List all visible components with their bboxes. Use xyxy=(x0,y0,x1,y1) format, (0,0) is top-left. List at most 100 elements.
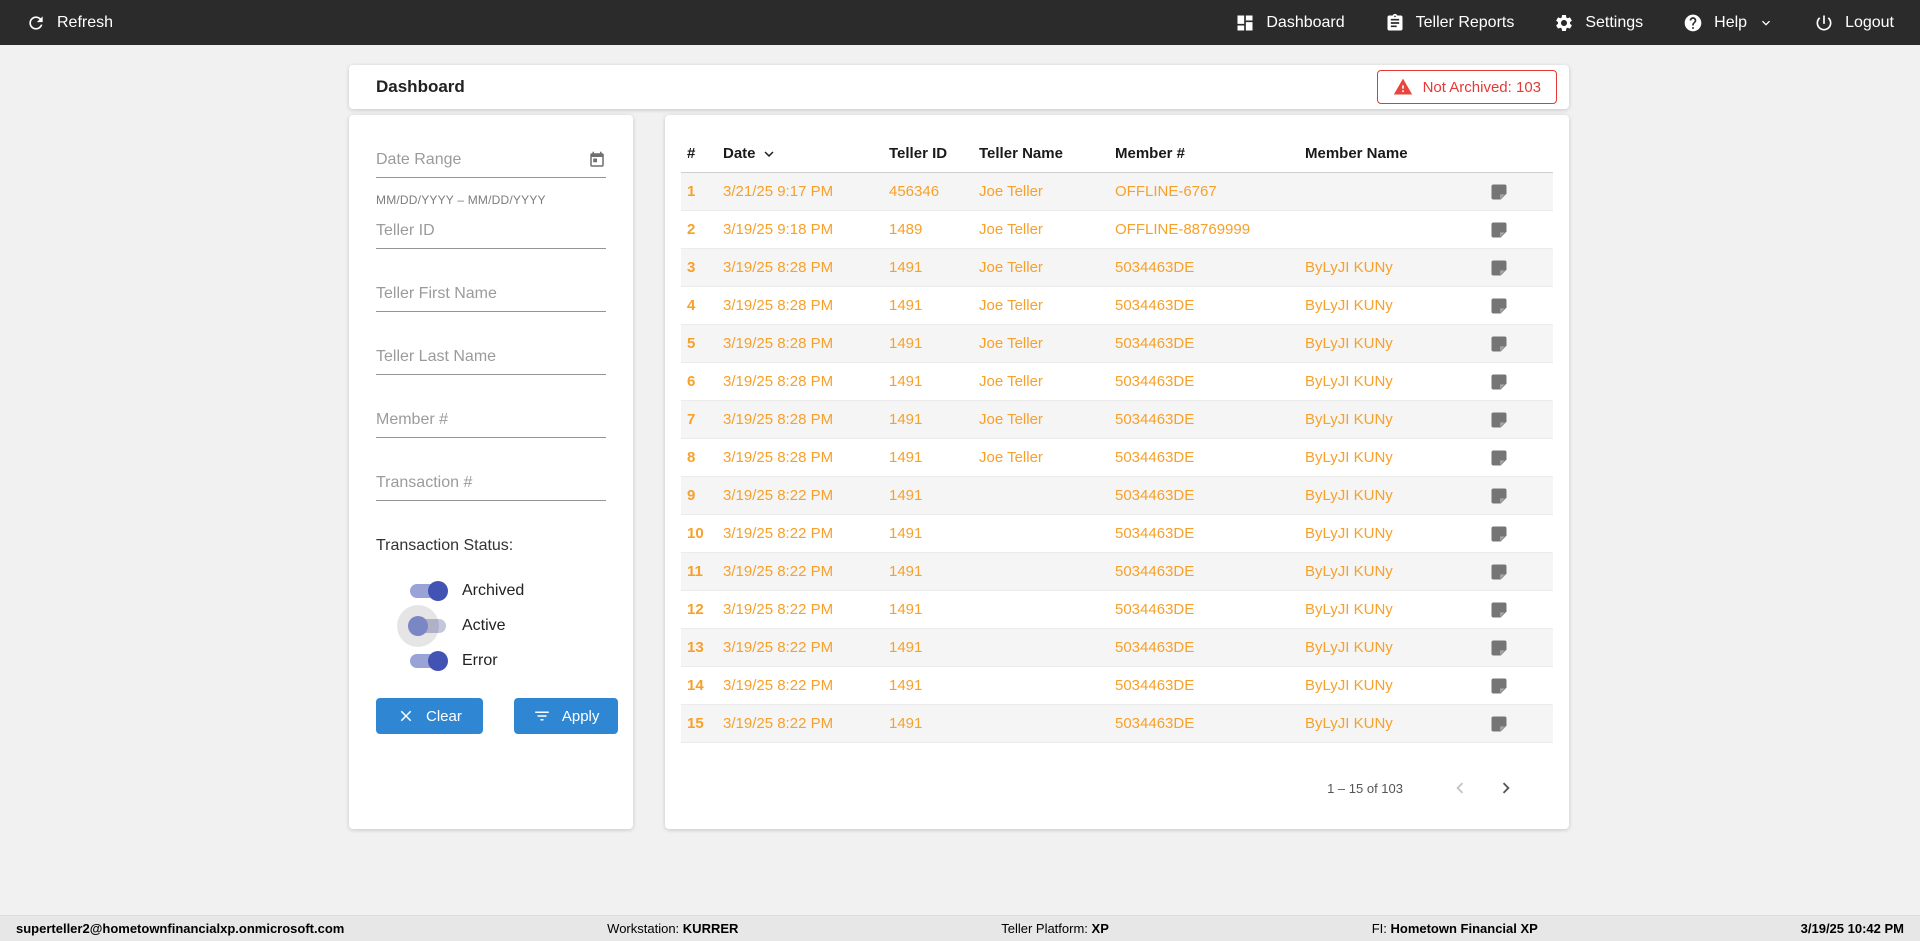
table-row[interactable]: 9 3/19/25 8:22 PM 1491 5034463DE ByLyJI … xyxy=(681,477,1553,515)
note-button[interactable] xyxy=(1489,524,1547,544)
row-number-cell: 3 xyxy=(687,259,696,276)
toggle-archived[interactable]: Archived xyxy=(376,573,606,608)
member-name-cell: ByLyJI KUNy xyxy=(1305,601,1393,618)
col-header-member-name: Member Name xyxy=(1305,145,1408,162)
note-button[interactable] xyxy=(1489,486,1547,506)
nav-item-logout[interactable]: Logout xyxy=(1814,13,1894,33)
filter-icon xyxy=(533,707,551,725)
member-number-cell: 5034463DE xyxy=(1115,411,1195,428)
teller-id-field xyxy=(376,222,606,249)
calendar-icon[interactable] xyxy=(588,151,606,169)
member-number-cell: 5034463DE xyxy=(1115,677,1195,694)
member-name-cell: ByLyJI KUNy xyxy=(1305,639,1393,656)
note-button[interactable] xyxy=(1489,676,1547,696)
note-icon xyxy=(1491,640,1507,655)
date-cell: 3/19/25 8:28 PM xyxy=(723,259,834,276)
next-page-button[interactable] xyxy=(1493,775,1519,801)
table-row[interactable]: 5 3/19/25 8:28 PM 1491 Joe Teller 503446… xyxy=(681,325,1553,363)
status-bar: superteller2@hometownfinancialxp.onmicro… xyxy=(0,915,1920,941)
teller-name-cell: Joe Teller xyxy=(979,373,1043,390)
toggle-switch-icon xyxy=(410,650,448,671)
row-number-cell: 7 xyxy=(687,411,696,428)
date-cell: 3/19/25 9:18 PM xyxy=(723,221,834,238)
nav-item-help[interactable]: Help xyxy=(1683,13,1774,33)
nav-menu: Dashboard Teller Reports Settings Help L… xyxy=(1235,13,1894,33)
table-row[interactable]: 10 3/19/25 8:22 PM 1491 5034463DE ByLyJI… xyxy=(681,515,1553,553)
gear-icon xyxy=(1554,13,1574,33)
nav-item-teller-reports[interactable]: Teller Reports xyxy=(1385,13,1515,33)
member-number-cell: 5034463DE xyxy=(1115,297,1195,314)
chevron-right-icon xyxy=(1502,782,1510,794)
table-row[interactable]: 15 3/19/25 8:22 PM 1491 5034463DE ByLyJI… xyxy=(681,705,1553,743)
note-button[interactable] xyxy=(1489,334,1547,354)
nav-label-teller-reports: Teller Reports xyxy=(1415,13,1515,31)
member-number-input[interactable] xyxy=(376,411,606,438)
member-number-cell: 5034463DE xyxy=(1115,259,1195,276)
note-button[interactable] xyxy=(1489,296,1547,316)
nav-item-dashboard[interactable]: Dashboard xyxy=(1235,13,1345,33)
table-row[interactable]: 14 3/19/25 8:22 PM 1491 5034463DE ByLyJI… xyxy=(681,667,1553,705)
title-bar: Dashboard Not Archived: 103 xyxy=(349,65,1569,109)
note-button[interactable] xyxy=(1489,714,1547,734)
member-number-cell: 5034463DE xyxy=(1115,487,1195,504)
teller-last-name-field xyxy=(376,348,606,375)
note-button[interactable] xyxy=(1489,258,1547,278)
teller-id-input[interactable] xyxy=(376,222,606,249)
clear-button-label: Clear xyxy=(426,707,462,725)
table-row[interactable]: 8 3/19/25 8:28 PM 1491 Joe Teller 503446… xyxy=(681,439,1553,477)
col-header-teller-name: Teller Name xyxy=(979,145,1063,162)
note-button[interactable] xyxy=(1489,562,1547,582)
help-icon xyxy=(1683,13,1703,33)
table-row[interactable]: 12 3/19/25 8:22 PM 1491 5034463DE ByLyJI… xyxy=(681,591,1553,629)
teller-first-name-input[interactable] xyxy=(376,285,606,312)
transaction-number-input[interactable] xyxy=(376,474,606,501)
teller-name-cell: Joe Teller xyxy=(979,335,1043,352)
table-row[interactable]: 4 3/19/25 8:28 PM 1491 Joe Teller 503446… xyxy=(681,287,1553,325)
toggle-active[interactable]: Active xyxy=(376,608,606,643)
table-row[interactable]: 11 3/19/25 8:22 PM 1491 5034463DE ByLyJI… xyxy=(681,553,1553,591)
nav-label-logout: Logout xyxy=(1845,13,1894,31)
note-button[interactable] xyxy=(1489,448,1547,468)
note-button[interactable] xyxy=(1489,600,1547,620)
row-number-cell: 4 xyxy=(687,297,696,314)
row-number-cell: 11 xyxy=(687,563,703,580)
page-range-text: 1 – 15 of 103 xyxy=(1327,780,1403,796)
toggle-active-label: Active xyxy=(462,616,506,634)
previous-page-button[interactable] xyxy=(1447,775,1473,801)
note-button[interactable] xyxy=(1489,410,1547,430)
col-header-member-number: Member # xyxy=(1115,145,1186,162)
nav-item-settings[interactable]: Settings xyxy=(1554,13,1643,33)
not-archived-badge[interactable]: Not Archived: 103 xyxy=(1376,70,1557,104)
refresh-button[interactable]: Refresh xyxy=(26,13,113,33)
teller-id-cell: 1491 xyxy=(889,639,923,656)
note-button[interactable] xyxy=(1489,372,1547,392)
table-row[interactable]: 13 3/19/25 8:22 PM 1491 5034463DE ByLyJI… xyxy=(681,629,1553,667)
row-number-cell: 10 xyxy=(687,525,704,542)
date-cell: 3/19/25 8:22 PM xyxy=(723,677,834,694)
note-button[interactable] xyxy=(1489,220,1547,240)
toggle-error[interactable]: Error xyxy=(376,643,606,678)
teller-last-name-input[interactable] xyxy=(376,348,606,375)
table-row[interactable]: 2 3/19/25 9:18 PM 1489 Joe Teller OFFLIN… xyxy=(681,211,1553,249)
top-nav-bar: Refresh Dashboard Teller Reports Setting… xyxy=(0,0,1920,45)
note-icon xyxy=(1491,488,1507,503)
note-button[interactable] xyxy=(1489,638,1547,658)
date-range-input[interactable] xyxy=(376,151,606,178)
teller-id-cell: 1491 xyxy=(889,411,923,428)
row-number-cell: 8 xyxy=(687,449,696,466)
member-number-cell: OFFLINE-88769999 xyxy=(1115,221,1251,238)
date-cell: 3/19/25 8:28 PM xyxy=(723,297,834,314)
table-row[interactable]: 1 3/21/25 9:17 PM 456346 Joe Teller OFFL… xyxy=(681,173,1553,211)
teller-id-cell: 1491 xyxy=(889,335,923,352)
table-row[interactable]: 6 3/19/25 8:28 PM 1491 Joe Teller 503446… xyxy=(681,363,1553,401)
warning-icon xyxy=(1393,77,1413,97)
table-row[interactable]: 7 3/19/25 8:28 PM 1491 Joe Teller 503446… xyxy=(681,401,1553,439)
teller-name-cell: Joe Teller xyxy=(979,297,1043,314)
note-button[interactable] xyxy=(1489,182,1547,202)
apply-button[interactable]: Apply xyxy=(513,698,619,734)
teller-name-cell: Joe Teller xyxy=(979,411,1043,428)
clear-button[interactable]: Clear xyxy=(376,698,483,734)
col-header-date[interactable]: Date xyxy=(723,145,889,163)
member-number-cell: 5034463DE xyxy=(1115,563,1195,580)
table-row[interactable]: 3 3/19/25 8:28 PM 1491 Joe Teller 503446… xyxy=(681,249,1553,287)
